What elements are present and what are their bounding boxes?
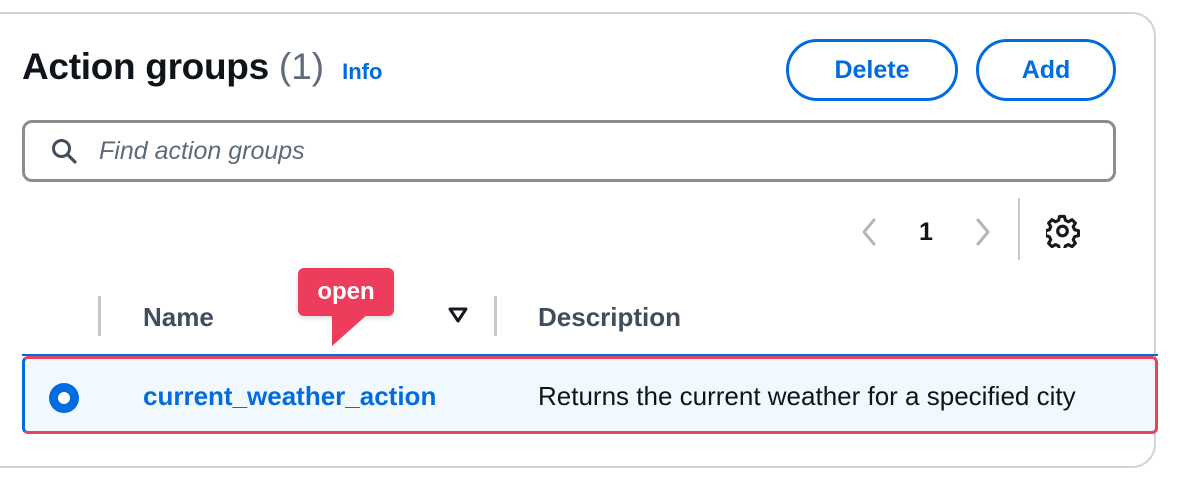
page-title: Action groups: [22, 46, 269, 87]
add-button[interactable]: Add: [976, 39, 1116, 101]
delete-button[interactable]: Delete: [786, 39, 958, 101]
chevron-left-icon[interactable]: [852, 215, 886, 249]
divider: [1018, 198, 1020, 260]
annotation-pointer: [332, 314, 368, 346]
row-radio-selected[interactable]: [48, 382, 80, 414]
chevron-right-icon[interactable]: [966, 215, 1000, 249]
column-divider: [98, 296, 101, 336]
search-box[interactable]: [22, 120, 1116, 182]
panel-header: Action groups (1) Info: [22, 46, 382, 88]
gear-icon[interactable]: [1043, 214, 1081, 252]
search-input[interactable]: [99, 123, 1113, 179]
item-count: (1): [278, 46, 325, 87]
page-number[interactable]: 1: [886, 218, 966, 247]
info-link[interactable]: Info: [342, 59, 382, 85]
annotation-label: open: [298, 268, 394, 316]
sort-down-icon[interactable]: [448, 307, 468, 323]
column-header-name[interactable]: Name: [143, 302, 214, 333]
column-divider[interactable]: [494, 296, 497, 336]
pagination: 1: [852, 204, 1000, 260]
search-icon: [51, 138, 77, 164]
column-header-description: Description: [538, 302, 682, 332]
action-group-name-link[interactable]: current_weather_action: [143, 381, 436, 412]
action-group-description: Returns the current weather for a specif…: [538, 381, 1076, 411]
